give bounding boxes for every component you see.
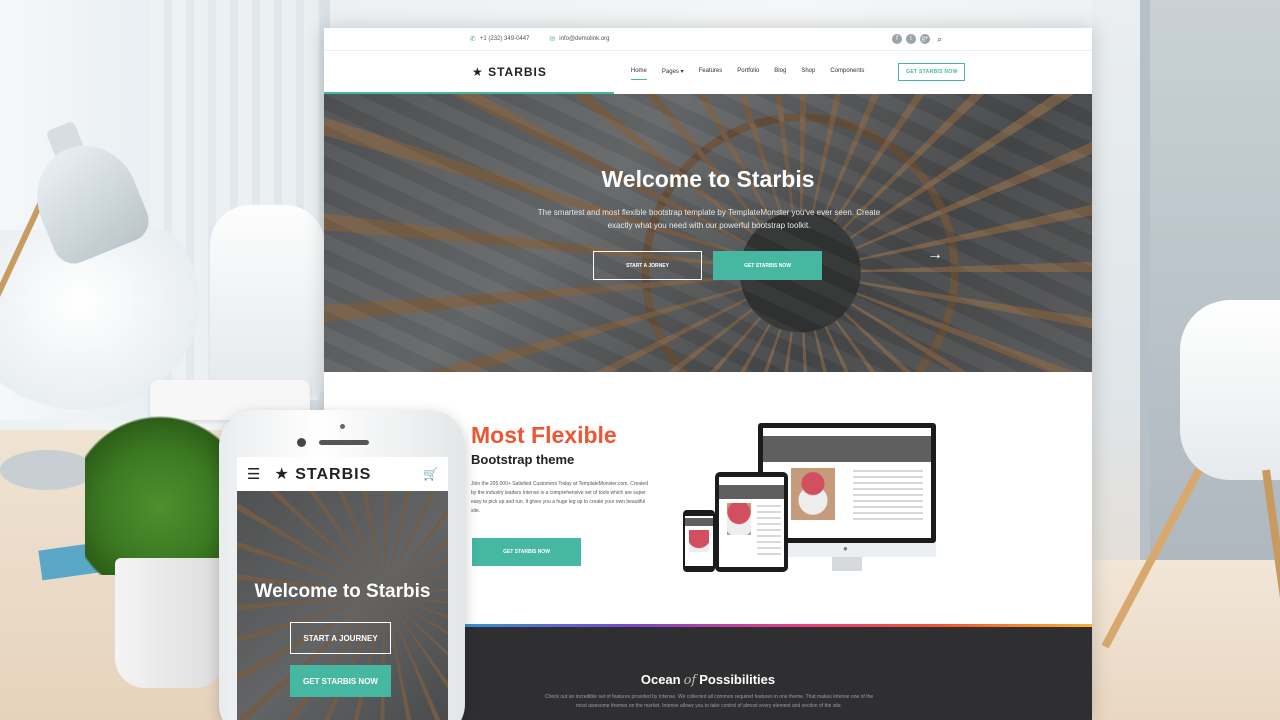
monitor-stand [832,557,862,571]
google-plus-icon[interactable]: g+ [919,34,930,44]
top-bar: ✆ +1 (232) 349-0447 ✉ info@demolink.org … [324,28,1092,50]
portrait-image [791,468,835,520]
main-navbar: ★ STARBIS Home Pages ▾ Features Portfoli… [324,50,1092,92]
phone-sensor [340,424,345,429]
mobile-phone-mockup: ☰ ★ STARBIS 🛒 Welcome to Starbis START A… [219,410,465,720]
hero-section: Welcome to Starbis The smartest and most… [324,94,1092,372]
hero-title: Welcome to Starbis [601,166,815,192]
plant-icon [85,405,235,575]
nav-item-pages[interactable]: Pages ▾ [662,68,684,75]
background-floor [1092,560,1280,720]
mobile-get-starbis-button[interactable]: GET STARBIS NOW [290,665,391,697]
speaker-icon [319,440,369,445]
nav-item-home[interactable]: Home [630,68,647,80]
nav-item-pages-label: Pages [661,69,679,75]
search-icon[interactable]: ⌕ [937,34,942,45]
get-starbis-nav-button[interactable]: GET STARBIS NOW [898,62,966,81]
phone-screen [685,516,713,566]
screen-header-strip [685,518,713,526]
hero-subtitle: The smartest and most flexible bootstrap… [537,208,881,230]
screen-text-lines [853,470,923,520]
twitter-icon[interactable]: t [905,34,916,44]
monitor-screen [763,428,931,538]
feature-title: Most Flexible [471,422,617,448]
portrait-image [689,530,709,552]
ocean-text: Check out an incredible set of features … [544,694,874,709]
mobile-logo[interactable]: ★ STARBIS [274,464,371,484]
camera-icon [297,438,306,447]
mobile-header: ☰ ★ STARBIS 🛒 [237,457,448,491]
hero-content: Welcome to Starbis The smartest and most… [324,94,1092,372]
screen-header-strip [719,485,784,499]
get-starbis-feature-button[interactable]: GET STARBIS NOW [472,538,581,566]
nav-item-components[interactable]: Components [830,68,864,75]
chevron-down-icon: ▾ [678,69,684,75]
mobile-hero: Welcome to Starbis START A JOURNEY GET S… [237,491,448,720]
mobile-hero-title: Welcome to Starbis [254,581,431,602]
nav-item-portfolio[interactable]: Portfolio [737,68,759,75]
email-contact[interactable]: ✉ info@demolink.org [549,35,609,43]
screen-text-lines [757,505,781,555]
get-starbis-hero-button[interactable]: GET STARBIS NOW [713,251,822,280]
site-logo[interactable]: ★ STARBIS [472,65,547,79]
nav-menu: Home Pages ▾ Features Portfolio Blog Sho… [630,68,864,80]
hamburger-menu-icon[interactable]: ☰ [247,465,260,483]
background-chair-back [210,205,325,395]
tablet-device-image [715,472,788,572]
mail-icon: ✉ [549,36,556,43]
lamp-base [0,450,95,490]
screen-header-strip [763,436,931,462]
facebook-icon[interactable]: f [891,34,902,44]
mobile-start-journey-button[interactable]: START A JOURNEY [290,622,391,654]
feature-text: Join the 205,000+ Satisfied Customers To… [471,481,648,514]
phone-contact[interactable]: ✆ +1 (232) 349-0447 [470,35,529,43]
phone-device-image [683,510,715,572]
mobile-screen: ☰ ★ STARBIS 🛒 Welcome to Starbis START A… [237,457,448,720]
arrow-right-icon[interactable]: → [927,246,943,264]
tablet-screen [719,477,784,567]
nav-item-blog[interactable]: Blog [774,68,786,75]
social-links: f t g+ ⌕ [891,34,942,45]
nav-item-features[interactable]: Features [699,68,723,75]
background-chair-right [1180,300,1280,480]
feature-subtitle: Bootstrap theme [471,452,575,467]
phone-icon: ✆ [470,36,476,43]
ocean-title-of: of [683,673,697,688]
start-journey-button[interactable]: START A JORNEY [593,251,702,280]
ocean-title-word: Possibilities [699,672,776,687]
nav-item-shop[interactable]: Shop [801,68,815,75]
email-address: info@demolink.org [559,36,610,42]
portrait-image [727,503,751,535]
phone-number: +1 (232) 349-0447 [479,36,530,42]
apple-logo-icon: ● [843,544,848,553]
cart-icon[interactable]: 🛒 [423,467,438,481]
plant-pot [115,558,225,688]
ocean-title-word: Ocean [640,672,681,687]
